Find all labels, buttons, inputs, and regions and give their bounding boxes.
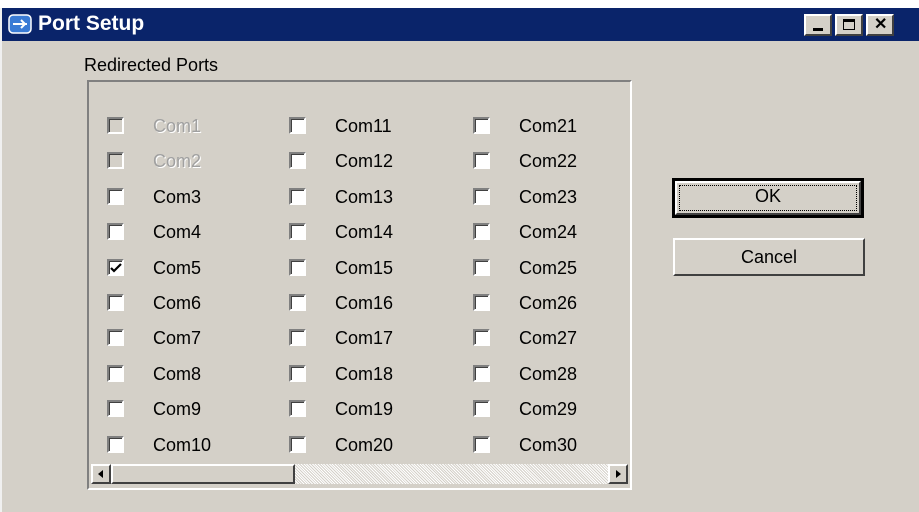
port-label: Com27	[519, 328, 578, 349]
checkbox[interactable]	[289, 117, 306, 134]
app-icon	[8, 14, 32, 34]
checkbox[interactable]	[473, 329, 490, 347]
checkbox[interactable]	[107, 400, 124, 418]
port-label: Com7	[153, 328, 202, 349]
checkbox[interactable]	[473, 294, 490, 311]
port-label: Com30	[519, 434, 578, 455]
checkbox[interactable]	[289, 223, 306, 241]
port-label: Com12	[335, 151, 394, 172]
redirected-ports-label: Redirected Ports	[84, 55, 219, 75]
checkbox[interactable]	[289, 364, 306, 382]
horizontal-scrollbar[interactable]	[91, 464, 628, 484]
port-label: Com4	[153, 222, 202, 243]
port-label: Com14	[335, 222, 394, 243]
cancel-button-label: Cancel	[740, 247, 798, 267]
checkbox[interactable]	[107, 223, 124, 241]
port-label: Com20	[335, 434, 394, 455]
port-label: Com29	[519, 399, 578, 420]
port-label: Com28	[519, 363, 578, 384]
window-title: Port Setup	[38, 12, 145, 35]
minimize-button[interactable]	[804, 14, 832, 36]
port-label: Com18	[335, 363, 394, 384]
checkbox[interactable]	[473, 187, 490, 205]
checkbox[interactable]	[473, 223, 490, 241]
checkbox[interactable]	[107, 258, 124, 276]
port-label: Com23	[519, 186, 578, 207]
port-label: Com9	[153, 399, 202, 420]
port-label: Com2	[153, 151, 202, 172]
checkbox[interactable]	[107, 294, 124, 311]
port-label: Com11	[335, 116, 392, 136]
port-label: Com1	[153, 116, 202, 136]
port-label: Com17	[335, 328, 394, 349]
checkbox[interactable]	[107, 187, 124, 205]
port-label: Com21	[519, 116, 578, 136]
port-label: Com13	[335, 186, 394, 207]
close-button[interactable]	[866, 14, 894, 36]
checkbox[interactable]	[289, 435, 306, 453]
port-label: Com5	[153, 257, 202, 278]
port-label: Com24	[519, 222, 578, 243]
checkbox[interactable]	[473, 152, 490, 170]
title-bar[interactable]: Port Setup	[2, 8, 919, 41]
checkbox[interactable]	[473, 117, 490, 134]
ok-button-label: OK	[754, 186, 781, 206]
port-label: Com26	[519, 293, 578, 313]
checkbox[interactable]	[289, 187, 306, 205]
port-label: Com8	[153, 363, 202, 384]
port-setup-dialog: Port Setup Redirected Ports Com1 Com2 Com3…	[0, 8, 919, 512]
checkbox[interactable]	[107, 329, 124, 347]
scroll-right-button[interactable]	[608, 464, 628, 484]
checkmark-icon	[110, 262, 122, 273]
checkbox[interactable]	[289, 329, 306, 347]
port-label: Com16	[335, 293, 394, 313]
port-label: Com6	[153, 293, 202, 313]
checkbox[interactable]	[473, 435, 490, 453]
port-label: Com10	[153, 434, 212, 455]
port-label: Com19	[335, 399, 394, 420]
checkbox[interactable]	[473, 364, 490, 382]
port-label: Com3	[153, 186, 202, 207]
checkbox[interactable]	[473, 258, 490, 276]
checkbox	[107, 117, 124, 134]
ok-button[interactable]: OK	[672, 178, 864, 218]
port-label: Com25	[519, 257, 578, 278]
checkbox	[107, 152, 124, 170]
ports-checklist[interactable]: Com1 Com2 Com3 Com4 Com5 Com6 Com7 Com8 Com9 Com1…	[87, 80, 632, 490]
checkbox[interactable]	[473, 400, 490, 418]
maximize-button[interactable]	[835, 14, 863, 36]
checkbox[interactable]	[107, 435, 124, 453]
cancel-button[interactable]: Cancel	[673, 238, 865, 276]
checkbox[interactable]	[289, 294, 306, 311]
scroll-left-button[interactable]	[91, 464, 111, 484]
scroll-thumb[interactable]	[111, 464, 295, 484]
checkbox[interactable]	[289, 400, 306, 418]
port-label: Com15	[335, 257, 394, 278]
checkbox[interactable]	[289, 152, 306, 170]
checkbox[interactable]	[107, 364, 124, 382]
port-label: Com22	[519, 151, 578, 172]
checkbox[interactable]	[289, 258, 306, 276]
